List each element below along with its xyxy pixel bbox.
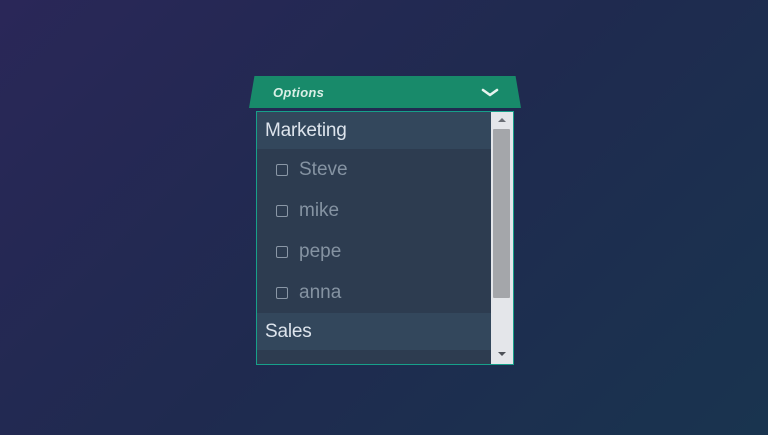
- option-item[interactable]: mike: [257, 190, 491, 231]
- scroll-down-icon[interactable]: [498, 352, 506, 356]
- option-item[interactable]: pepe: [257, 231, 491, 272]
- scrollbar[interactable]: [491, 112, 513, 364]
- option-label: anna: [299, 281, 342, 303]
- option-item[interactable]: Steve: [257, 149, 491, 190]
- options-dropdown: Options Marketing Steve mike pepe anna S…: [249, 76, 521, 365]
- option-label: mike: [299, 199, 340, 221]
- options-panel: Marketing Steve mike pepe anna Sales: [256, 111, 514, 365]
- dropdown-toggle[interactable]: Options: [249, 76, 521, 108]
- scroll-up-icon[interactable]: [498, 118, 506, 122]
- group-header-marketing: Marketing: [257, 112, 491, 149]
- option-label: pepe: [299, 240, 342, 262]
- option-item[interactable]: anna: [257, 272, 491, 313]
- dropdown-label: Options: [273, 84, 325, 100]
- checkbox[interactable]: [276, 204, 288, 217]
- options-list[interactable]: Marketing Steve mike pepe anna Sales: [257, 112, 491, 364]
- chevron-down-icon: [481, 88, 499, 97]
- option-item-partial[interactable]: [257, 350, 491, 364]
- group-header-sales: Sales: [257, 313, 491, 350]
- checkbox[interactable]: [276, 286, 288, 299]
- checkbox[interactable]: [276, 245, 288, 258]
- checkbox[interactable]: [276, 163, 288, 176]
- scrollbar-thumb[interactable]: [493, 129, 510, 298]
- option-label: Steve: [299, 158, 348, 180]
